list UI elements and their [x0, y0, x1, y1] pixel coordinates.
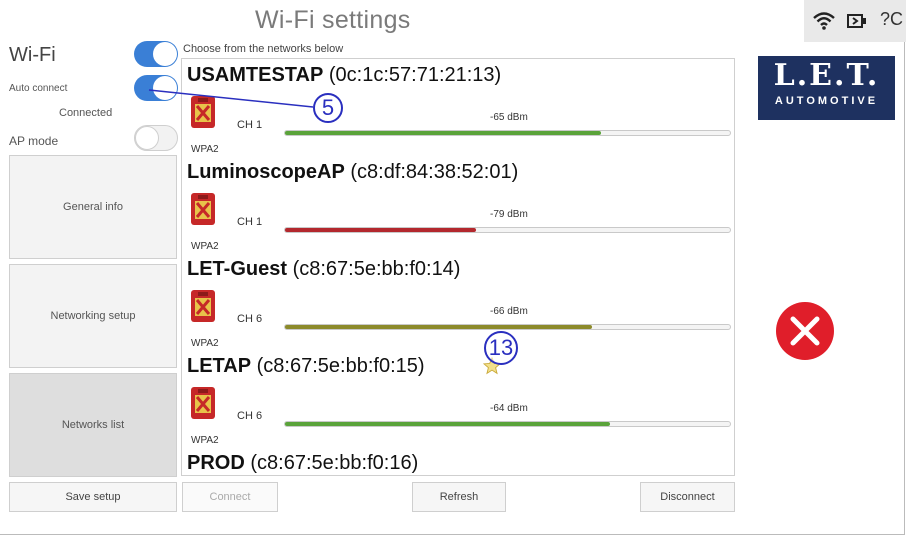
network-item[interactable]: PROD (c8:67:5e:bb:f0:16) [182, 452, 734, 475]
network-ssid: USAMTESTAP [187, 64, 324, 86]
status-text: ?C [880, 9, 904, 29]
network-item[interactable]: LuminoscopeAP (c8:df:84:38:52:01) CH 1 -… [182, 161, 734, 258]
ap-mode-toggle[interactable] [134, 125, 178, 151]
lock-icon [191, 387, 215, 419]
network-mac: (0c:1c:57:71:21:13) [328, 64, 502, 86]
wifi-label: Wi-Fi [9, 44, 56, 66]
network-channel: CH 1 [237, 216, 263, 228]
network-title: LuminoscopeAP (c8:df:84:38:52:01) [187, 161, 518, 184]
lock-icon [191, 193, 215, 225]
signal-strength-fill [285, 228, 477, 232]
network-ssid: LET-Guest [187, 258, 288, 280]
power-plug-icon [847, 14, 866, 28]
signal-strength-fill [285, 131, 601, 135]
save-setup-button[interactable]: Save setup [9, 482, 177, 512]
network-mac: (c8:df:84:38:52:01) [350, 161, 519, 183]
lock-icon [191, 290, 215, 322]
network-ssid: LuminoscopeAP [187, 161, 345, 183]
network-encryption: WPA2 [191, 338, 219, 349]
network-channel: CH 6 [237, 313, 263, 325]
ap-mode-label: AP mode [9, 134, 59, 148]
logo-text: L.E.T. [773, 58, 880, 93]
network-signal-value: -79 dBm [490, 209, 528, 220]
network-item[interactable]: LET-Guest (c8:67:5e:bb:f0:14) CH 6 -66 d… [182, 258, 734, 355]
close-icon[interactable] [775, 301, 835, 361]
lock-icon [191, 96, 215, 128]
networks-list-button[interactable]: Networks list [9, 373, 177, 477]
toggle-knob [153, 42, 177, 66]
network-ssid: LETAP [187, 355, 252, 377]
network-mac: (c8:67:5e:bb:f0:15) [256, 355, 425, 377]
network-item[interactable]: LETAP (c8:67:5e:bb:f0:15) CH 6 -64 dBm W… [182, 355, 734, 452]
signal-strength-fill [285, 325, 593, 329]
auto-connect-toggle[interactable] [134, 75, 178, 101]
network-encryption: WPA2 [191, 144, 219, 155]
network-mac: (c8:67:5e:bb:f0:16) [250, 452, 419, 474]
network-list[interactable]: USAMTESTAP (0c:1c:57:71:21:13) CH 1 -65 … [181, 58, 735, 476]
networking-setup-button[interactable]: Networking setup [9, 264, 177, 368]
network-channel: CH 1 [237, 119, 263, 131]
signal-strength-fill [285, 422, 610, 426]
network-signal-value: -65 dBm [490, 112, 528, 123]
signal-strength-bar [284, 227, 731, 233]
let-automotive-logo: L.E.T. AUTOMOTIVE [758, 56, 895, 120]
network-encryption: WPA2 [191, 241, 219, 252]
signal-strength-bar [284, 421, 731, 427]
network-title: LET-Guest (c8:67:5e:bb:f0:14) [187, 258, 460, 281]
wifi-signal-icon [813, 12, 835, 30]
signal-strength-bar [284, 130, 731, 136]
network-title: LETAP (c8:67:5e:bb:f0:15) [187, 355, 425, 378]
toggle-knob [153, 76, 177, 100]
auto-connect-label: Auto connect [9, 83, 68, 94]
callout-auto-connect: 5 [313, 93, 343, 123]
connect-button[interactable]: Connect [182, 482, 278, 512]
refresh-button[interactable]: Refresh [412, 482, 506, 512]
network-item[interactable]: USAMTESTAP (0c:1c:57:71:21:13) CH 1 -65 … [182, 64, 734, 161]
network-ssid: PROD [187, 452, 245, 474]
network-title: USAMTESTAP (0c:1c:57:71:21:13) [187, 64, 501, 87]
disconnect-button[interactable]: Disconnect [640, 482, 735, 512]
signal-strength-bar [284, 324, 731, 330]
network-signal-value: -66 dBm [490, 306, 528, 317]
connection-status: Connected [59, 107, 113, 119]
instruction-text: Choose from the networks below [183, 43, 344, 55]
network-encryption: WPA2 [191, 435, 219, 446]
page-title: Wi-Fi settings [255, 6, 411, 34]
network-title: PROD (c8:67:5e:bb:f0:16) [187, 452, 418, 475]
callout-favorite: 13 [484, 331, 518, 365]
network-signal-value: -64 dBm [490, 403, 528, 414]
network-mac: (c8:67:5e:bb:f0:14) [292, 258, 461, 280]
network-channel: CH 6 [237, 410, 263, 422]
general-info-button[interactable]: General info [9, 155, 177, 259]
toggle-knob [135, 126, 159, 150]
wifi-toggle[interactable] [134, 41, 178, 67]
logo-subtext: AUTOMOTIVE [774, 95, 879, 107]
